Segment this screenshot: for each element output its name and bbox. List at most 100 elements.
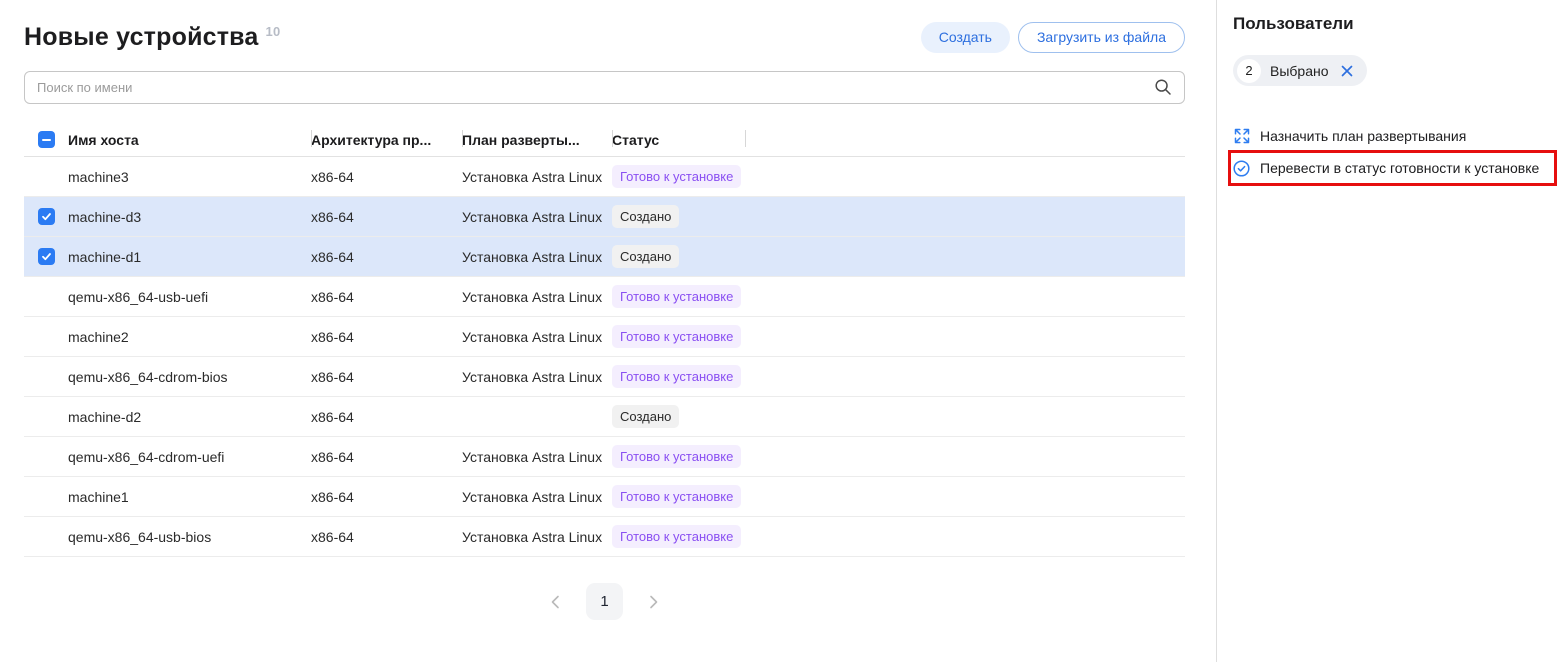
clear-selection-close-icon[interactable] — [1340, 64, 1354, 78]
hostname-cell: machine1 — [68, 477, 311, 516]
indeterminate-minus-icon — [42, 139, 51, 141]
page-title-text: Новые устройства — [24, 23, 259, 51]
row-checkbox-cell — [24, 357, 68, 396]
row-checkbox-cell — [24, 237, 68, 276]
architecture-cell: x86-64 — [311, 317, 462, 356]
empty-cell — [745, 277, 1185, 316]
status-badge: Создано — [612, 245, 679, 268]
actions-list: Назначить план развертывания Перевести в… — [1233, 120, 1556, 184]
devices-count-badge: 10 — [266, 24, 281, 39]
architecture-cell: x86-64 — [311, 517, 462, 556]
search-icon[interactable] — [1154, 78, 1172, 96]
action-assign-deployment-plan[interactable]: Назначить план развертывания — [1233, 120, 1556, 152]
search-bar — [24, 71, 1185, 104]
hostname-cell: machine-d1 — [68, 237, 311, 276]
status-cell: Создано — [612, 397, 745, 436]
header-empty — [745, 123, 1185, 156]
plan-cell: Установка Astra Linux — [462, 437, 612, 476]
search-input[interactable] — [24, 71, 1185, 104]
plan-cell: Установка Astra Linux — [462, 357, 612, 396]
plan-cell: Установка Astra Linux — [462, 197, 612, 236]
table-row[interactable]: machine-d1 x86-64 Установка Astra Linux … — [24, 237, 1185, 277]
table-row[interactable]: qemu-x86_64-usb-uefi x86-64 Установка As… — [24, 277, 1185, 317]
row-checkbox-cell — [24, 197, 68, 236]
row-checkbox-cell — [24, 517, 68, 556]
hostname-cell: machine2 — [68, 317, 311, 356]
empty-cell — [745, 357, 1185, 396]
status-cell: Готово к установке — [612, 517, 745, 556]
page: Новые устройства 10 Создать Загрузить из … — [0, 0, 1564, 662]
topbar-buttons: Создать Загрузить из файла — [921, 22, 1185, 53]
page-title: Новые устройства 10 — [24, 23, 280, 52]
header-status[interactable]: Статус — [612, 123, 745, 156]
empty-cell — [745, 197, 1185, 236]
table-row[interactable]: machine-d2 x86-64 Создано — [24, 397, 1185, 437]
expand-arrows-icon — [1233, 128, 1250, 144]
select-all-checkbox-indeterminate[interactable] — [38, 131, 55, 148]
row-checkbox-cell — [24, 157, 68, 196]
status-badge: Готово к установке — [612, 445, 741, 468]
create-button[interactable]: Создать — [921, 22, 1010, 53]
hostname-cell: qemu-x86_64-usb-uefi — [68, 277, 311, 316]
plan-cell: Установка Astra Linux — [462, 237, 612, 276]
plan-cell: Установка Astra Linux — [462, 277, 612, 316]
selection-chip: 2 Выбрано — [1233, 55, 1367, 86]
architecture-cell: x86-64 — [311, 237, 462, 276]
architecture-cell: x86-64 — [311, 197, 462, 236]
empty-cell — [745, 517, 1185, 556]
table-row[interactable]: machine2 x86-64 Установка Astra Linux Го… — [24, 317, 1185, 357]
status-badge: Готово к установке — [612, 365, 741, 388]
row-checkbox[interactable] — [38, 248, 55, 265]
upload-from-file-button[interactable]: Загрузить из файла — [1018, 22, 1185, 53]
status-badge: Готово к установке — [612, 165, 741, 188]
empty-cell — [745, 157, 1185, 196]
hostname-cell: qemu-x86_64-cdrom-bios — [68, 357, 311, 396]
plan-cell — [462, 397, 612, 436]
action-set-ready-status[interactable]: Перевести в статус готовности к установк… — [1233, 152, 1556, 184]
architecture-cell: x86-64 — [311, 397, 462, 436]
table-row[interactable]: qemu-x86_64-cdrom-bios x86-64 Установка … — [24, 357, 1185, 397]
empty-cell — [745, 237, 1185, 276]
main-content: Новые устройства 10 Создать Загрузить из … — [0, 0, 1217, 662]
sidebar-users: Пользователи 2 Выбрано Назначить план ра… — [1217, 0, 1564, 662]
row-checkbox[interactable] — [38, 208, 55, 225]
status-badge: Создано — [612, 205, 679, 228]
status-cell: Готово к установке — [612, 437, 745, 476]
architecture-cell: x86-64 — [311, 437, 462, 476]
plan-cell: Установка Astra Linux — [462, 517, 612, 556]
table-body: machine3 x86-64 Установка Astra Linux Го… — [24, 157, 1185, 557]
hostname-cell: machine-d2 — [68, 397, 311, 436]
row-checkbox-cell — [24, 277, 68, 316]
table-row[interactable]: qemu-x86_64-usb-bios x86-64 Установка As… — [24, 517, 1185, 557]
header-architecture[interactable]: Архитектура пр... — [311, 123, 462, 156]
plan-cell: Установка Astra Linux — [462, 317, 612, 356]
pagination-next-icon[interactable] — [636, 585, 670, 619]
check-circle-icon — [1233, 160, 1250, 177]
sidebar-title: Пользователи — [1233, 14, 1556, 34]
status-badge: Готово к установке — [612, 325, 741, 348]
row-checkbox-cell — [24, 397, 68, 436]
header-checkbox-cell — [24, 123, 68, 156]
devices-table: Имя хоста Архитектура пр... План разверт… — [24, 123, 1185, 557]
pagination-page-1[interactable]: 1 — [586, 583, 623, 620]
table-row[interactable]: machine1 x86-64 Установка Astra Linux Го… — [24, 477, 1185, 517]
architecture-cell: x86-64 — [311, 157, 462, 196]
status-cell: Создано — [612, 197, 745, 236]
table-row[interactable]: qemu-x86_64-cdrom-uefi x86-64 Установка … — [24, 437, 1185, 477]
status-badge: Готово к установке — [612, 525, 741, 548]
table-row[interactable]: machine-d3 x86-64 Установка Astra Linux … — [24, 197, 1185, 237]
pagination: 1 — [24, 583, 1185, 620]
header-plan[interactable]: План разверты... — [462, 123, 612, 156]
header-hostname[interactable]: Имя хоста — [68, 123, 311, 156]
status-cell: Готово к установке — [612, 277, 745, 316]
status-badge: Создано — [612, 405, 679, 428]
empty-cell — [745, 437, 1185, 476]
status-badge: Готово к установке — [612, 285, 741, 308]
empty-cell — [745, 477, 1185, 516]
pagination-prev-icon[interactable] — [539, 585, 573, 619]
empty-cell — [745, 397, 1185, 436]
status-cell: Готово к установке — [612, 317, 745, 356]
table-row[interactable]: machine3 x86-64 Установка Astra Linux Го… — [24, 157, 1185, 197]
architecture-cell: x86-64 — [311, 277, 462, 316]
architecture-cell: x86-64 — [311, 357, 462, 396]
